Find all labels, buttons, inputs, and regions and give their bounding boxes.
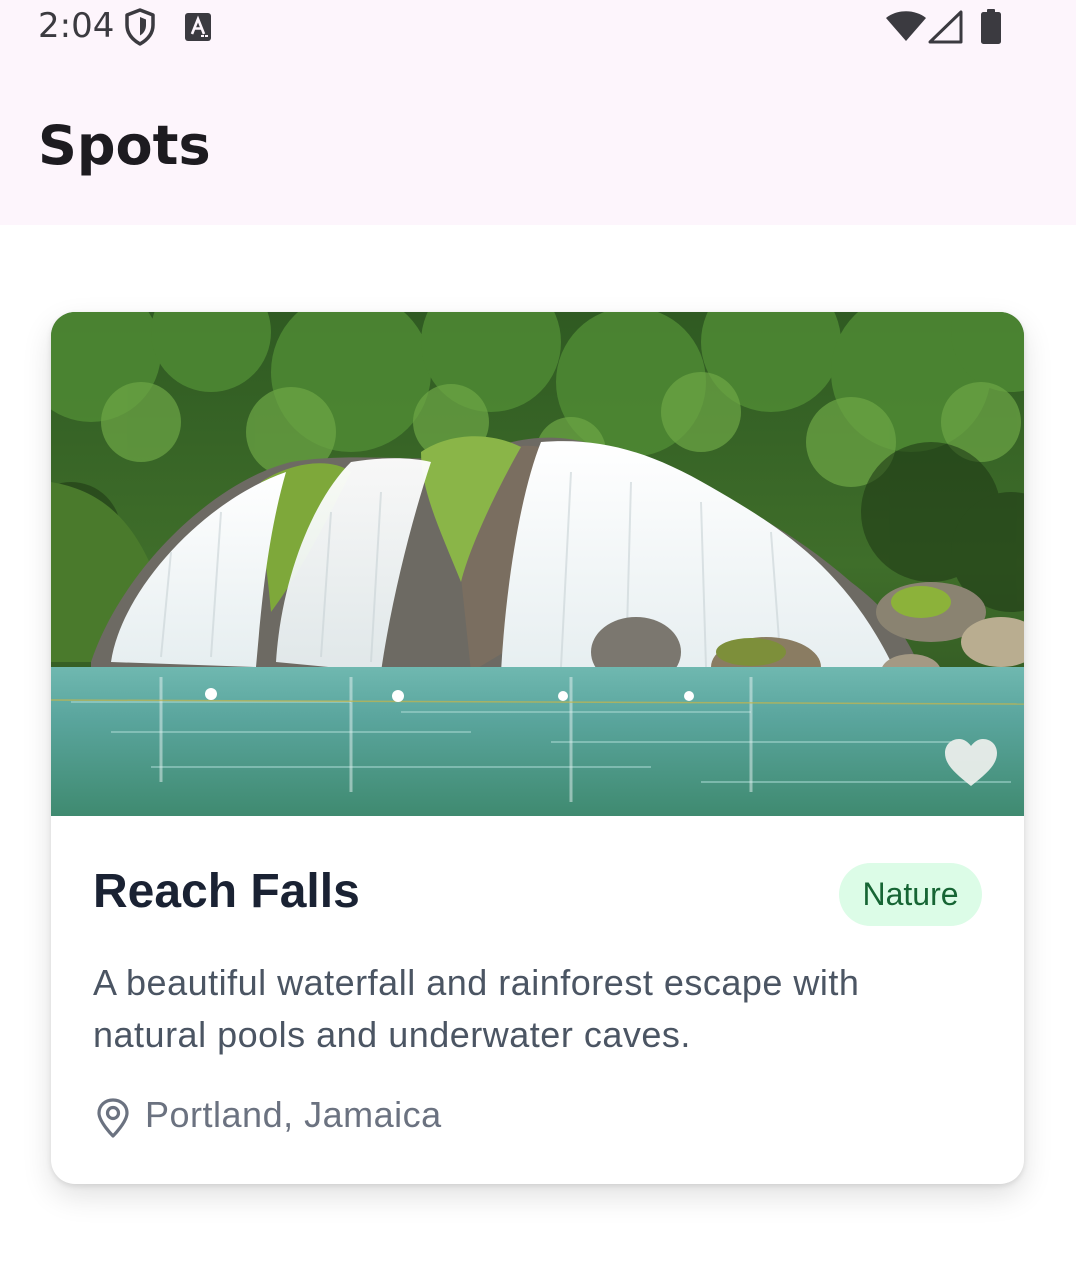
heart-icon[interactable] [944,738,998,788]
a-badge-icon [185,13,211,46]
location-pin-icon [95,1098,131,1143]
battery-icon [980,9,1002,50]
status-time: 2:04 [38,6,115,46]
status-bar: 2:04 [0,0,1076,56]
spot-description: A beautiful waterfall and rainforest esc… [93,962,860,1055]
shield-icon [124,8,156,51]
top-app-bar: Spots [0,56,1076,225]
spot-location: Portland, Jamaica [145,1094,442,1135]
signal-icon [928,10,964,49]
spot-image [51,312,1024,816]
spot-title: Reach Falls [93,865,360,918]
category-badge: Nature [839,863,982,926]
wifi-icon [886,10,926,47]
page-title: Spots [38,114,211,177]
spot-card[interactable]: Reach Falls Nature A beautiful waterfall… [51,312,1024,1184]
